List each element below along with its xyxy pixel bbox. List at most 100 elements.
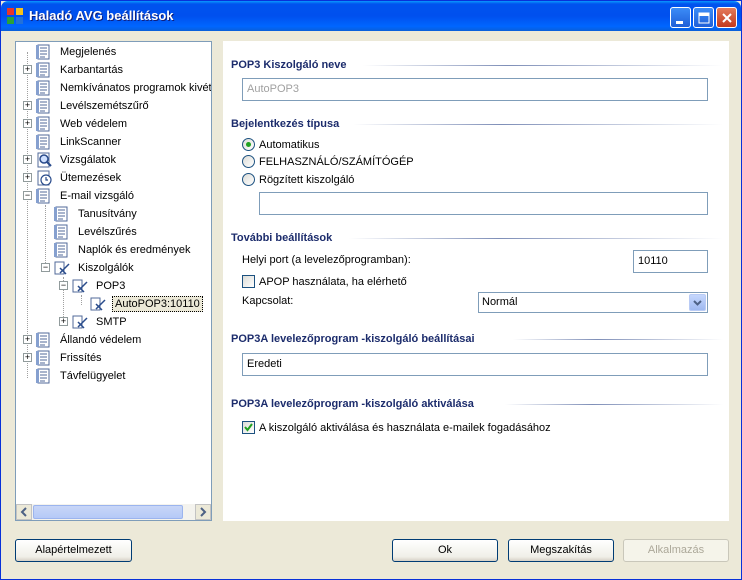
navigation-tree: Megjelenés + Karbantartás Nemkívánatos p…: [16, 42, 211, 504]
local-port-label: Helyi port (a levelezőprogramban):: [242, 254, 411, 266]
fixed-server-field[interactable]: [259, 192, 708, 215]
section-title-server-name: POP3 Kiszolgáló neve: [231, 59, 347, 71]
radio-button[interactable]: [242, 173, 255, 186]
collapse-icon[interactable]: −: [59, 281, 68, 290]
arrow-left-icon: [20, 507, 27, 517]
tree-item-karbantartas[interactable]: + Karbantartás: [16, 61, 211, 79]
settings-page-icon: [36, 98, 50, 114]
arrow-right-icon: [200, 507, 207, 517]
apop-checkbox-row[interactable]: APOP használata, ha elérhető: [242, 274, 542, 290]
section-divider: [353, 124, 723, 125]
selected-tree-label: AutoPOP3:10110: [112, 296, 203, 312]
settings-page-icon: [54, 224, 68, 240]
scrollbar-thumb[interactable]: [33, 505, 183, 519]
tree-item-vizsgalatok[interactable]: + Vizsgálatok: [16, 151, 211, 169]
settings-page-icon: [36, 116, 50, 132]
close-button[interactable]: [716, 7, 737, 28]
settings-page-icon: [36, 80, 50, 96]
expand-icon[interactable]: +: [23, 119, 32, 128]
expand-icon[interactable]: +: [23, 101, 32, 110]
navigation-tree-panel: Megjelenés + Karbantartás Nemkívánatos p…: [15, 41, 212, 521]
apply-button[interactable]: Alkalmazás: [623, 539, 729, 562]
server-name-field[interactable]: AutoPOP3: [242, 78, 708, 101]
server-icon: [72, 279, 88, 293]
scroll-right-button[interactable]: [195, 504, 211, 520]
section-title-additional: További beállítások: [231, 232, 333, 244]
tree-item-naplok-es-eredmenyek[interactable]: Naplók és eredmények: [16, 241, 211, 259]
settings-page-icon: [54, 242, 68, 258]
radio-button[interactable]: [242, 155, 255, 168]
expand-icon[interactable]: +: [23, 65, 32, 74]
radio-button-checked[interactable]: [242, 138, 255, 151]
tree-item-tanusitvany[interactable]: Tanusítvány: [16, 205, 211, 223]
tree-item-allando-vedelem[interactable]: + Állandó védelem: [16, 331, 211, 349]
tree-item-tavfelugyelet[interactable]: Távfelügyelet: [16, 367, 211, 385]
settings-page-icon: [36, 368, 50, 384]
maximize-icon: [698, 12, 710, 24]
scan-magnifier-icon: [37, 152, 52, 168]
local-port-field[interactable]: 10110: [633, 250, 708, 273]
ok-button[interactable]: Ok: [392, 539, 498, 562]
server-icon: [72, 315, 88, 329]
defaults-button[interactable]: Alapértelmezett: [15, 539, 132, 562]
window-title: Haladó AVG beállítások: [29, 8, 174, 23]
tree-item-autopop3[interactable]: AutoPOP3:10110: [16, 295, 211, 313]
server-icon: [54, 261, 70, 275]
settings-page-icon: [36, 44, 50, 60]
radio-user-computer[interactable]: FELHASZNÁLÓ/SZÁMÍTÓGÉP: [242, 154, 542, 170]
section-title-pop3a-settings: POP3A levelezőprogram -kiszolgáló beállí…: [231, 333, 475, 345]
connection-label: Kapcsolat:: [242, 295, 294, 307]
tree-item-pop3[interactable]: − POP3: [16, 277, 211, 295]
expand-icon[interactable]: +: [23, 353, 32, 362]
expand-icon[interactable]: +: [59, 317, 68, 326]
minimize-button[interactable]: [670, 7, 691, 28]
settings-content-panel: POP3 Kiszolgáló neve AutoPOP3 Bejelentke…: [223, 41, 729, 521]
tree-item-frissites[interactable]: + Frissítés: [16, 349, 211, 367]
collapse-icon[interactable]: −: [23, 191, 32, 200]
settings-page-icon: [36, 350, 50, 366]
close-icon: [722, 13, 732, 23]
connection-select[interactable]: Normál: [478, 292, 708, 313]
section-divider: [349, 238, 723, 239]
server-icon: [90, 297, 106, 311]
dropdown-arrow[interactable]: [689, 294, 706, 311]
minimize-icon: [676, 21, 683, 24]
settings-page-icon: [36, 332, 50, 348]
activate-server-checkbox[interactable]: [242, 421, 255, 434]
settings-page-icon: [54, 206, 68, 222]
tree-horizontal-scrollbar[interactable]: [16, 504, 211, 520]
collapse-icon[interactable]: −: [41, 263, 50, 272]
activate-server-checkbox-row[interactable]: A kiszolgáló aktiválása és használata e-…: [242, 420, 642, 436]
tree-item-linkscanner[interactable]: LinkScanner: [16, 133, 211, 151]
cancel-button[interactable]: Megszakítás: [508, 539, 614, 562]
expand-icon[interactable]: +: [23, 173, 32, 182]
section-title-pop3a-activation: POP3A levelezőprogram -kiszolgáló aktivá…: [231, 398, 474, 410]
settings-page-icon: [36, 188, 50, 204]
avg-logo-icon: [7, 8, 23, 24]
settings-page-icon: [36, 62, 50, 78]
scroll-left-button[interactable]: [16, 504, 32, 520]
tree-item-levelszures[interactable]: Levélszűrés: [16, 223, 211, 241]
section-divider: [363, 65, 723, 66]
radio-automatic[interactable]: Automatikus: [242, 137, 542, 153]
tree-item-nemkivanatos-programok[interactable]: Nemkívánatos programok kivéte: [16, 79, 211, 97]
tree-item-email-vizsgalo[interactable]: − E-mail vizsgáló: [16, 187, 211, 205]
expand-icon[interactable]: +: [23, 155, 32, 164]
radio-fixed-server[interactable]: Rögzített kiszolgáló: [242, 172, 542, 188]
apop-checkbox[interactable]: [242, 275, 255, 288]
settings-window: Haladó AVG beállítások Megjelenés + Karb…: [0, 0, 742, 580]
expand-icon[interactable]: +: [23, 335, 32, 344]
section-divider: [505, 404, 723, 405]
section-title-login-type: Bejelentkezés típusa: [231, 118, 340, 130]
schedule-clock-icon: [37, 170, 52, 186]
settings-page-icon: [36, 134, 50, 150]
maximize-button[interactable]: [693, 7, 714, 28]
pop3a-settings-field[interactable]: Eredeti: [242, 353, 708, 376]
tree-item-levelszemetszuro[interactable]: + Levélszemétszűrő: [16, 97, 211, 115]
tree-item-megjelenes[interactable]: Megjelenés: [16, 43, 211, 61]
tree-item-utemezesek[interactable]: + Ütemezések: [16, 169, 211, 187]
title-bar[interactable]: Haladó AVG beállítások: [1, 1, 741, 31]
tree-item-web-vedelem[interactable]: + Web védelem: [16, 115, 211, 133]
tree-item-kiszolgalok[interactable]: − Kiszolgálók: [16, 259, 211, 277]
tree-item-smtp[interactable]: + SMTP: [16, 313, 211, 331]
